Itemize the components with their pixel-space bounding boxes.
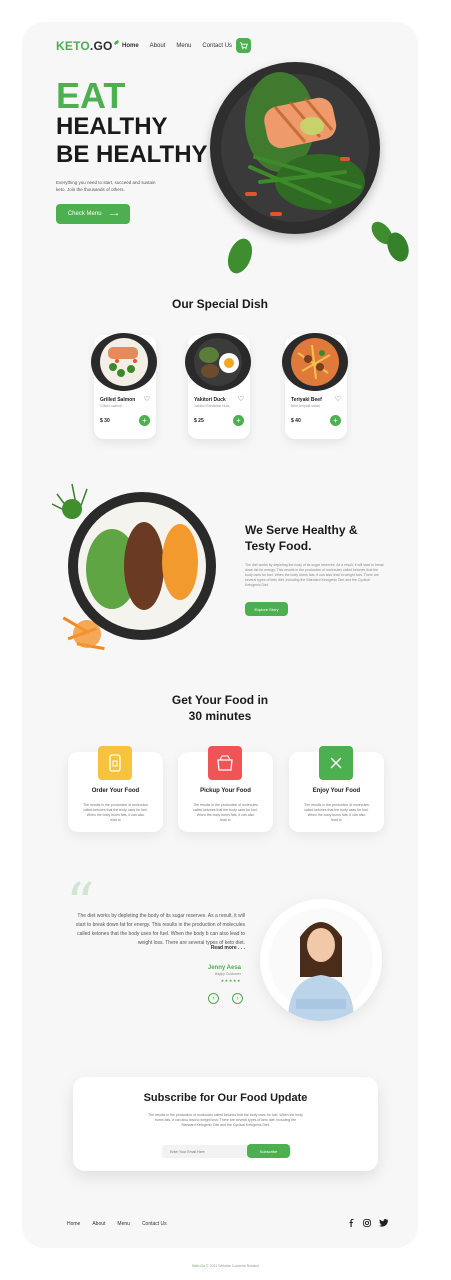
main-nav: Home About Menu Contact Us	[122, 43, 232, 49]
hero-description: Everything you need to start, succeed an…	[56, 180, 156, 192]
step-card-enjoy: Enjoy Your Food The results in the produ…	[289, 746, 384, 832]
rating-stars-icon: ★★★★★	[220, 978, 241, 983]
footer-nav: Home About Menu Contact Us	[67, 1221, 167, 1227]
serve-title: We Serve Healthy & Testy Food.	[245, 523, 358, 553]
beef-rice-bowl-image	[51, 483, 216, 651]
social-links	[347, 1219, 388, 1227]
heart-icon[interactable]: ♡	[238, 395, 244, 403]
check-menu-label: Check Menu	[67, 211, 102, 217]
dish-image	[282, 333, 348, 391]
next-testimonial-button[interactable]: ›	[232, 993, 243, 1004]
dish-subtitle: Beef teriyaki salad	[291, 404, 320, 408]
serve-description: The diet works by depleting the body of …	[245, 563, 384, 587]
add-to-cart-button[interactable]: +	[233, 415, 244, 426]
testimonial-name: Jenny Aesa	[207, 965, 241, 971]
step-title: Order Your Food	[91, 788, 140, 794]
cutlery-icon	[319, 746, 353, 780]
add-to-cart-button[interactable]: +	[330, 415, 341, 426]
logo-tail: .GO	[89, 39, 113, 53]
dish-image	[185, 333, 251, 391]
instagram-icon[interactable]	[363, 1219, 371, 1227]
customer-photo	[260, 899, 382, 1021]
check-menu-button[interactable]: Check Menu ⟶	[56, 204, 130, 224]
dish-price: $ 30	[100, 418, 110, 424]
dish-subtitle: Grilled salmon	[100, 404, 123, 408]
dish-card[interactable]: Grilled Salmon Grilled salmon $ 30 ♡ +	[91, 333, 157, 439]
dish-name: Teriyaki Beef	[291, 397, 322, 403]
nav-menu[interactable]: Menu	[176, 43, 191, 49]
add-to-cart-button[interactable]: +	[139, 415, 150, 426]
dish-name: Grilled Salmon	[100, 397, 136, 403]
hero-be-healthy: BE HEALTHY	[56, 141, 208, 168]
facebook-icon[interactable]	[347, 1219, 355, 1227]
footer-home[interactable]: Home	[67, 1221, 80, 1227]
dish-image	[91, 333, 157, 391]
special-dish-title: Our Special Dish	[171, 297, 269, 311]
heart-icon[interactable]: ♡	[335, 395, 341, 403]
hero-eat: EAT	[56, 75, 126, 116]
copyright-brand[interactable]: Keto.Go	[192, 1264, 205, 1268]
phone-order-icon	[98, 746, 132, 780]
hero-salmon-plate-image	[210, 62, 380, 234]
leaf-decoration-icon	[371, 221, 409, 262]
nav-contact[interactable]: Contact Us	[202, 43, 232, 49]
subscribe-button[interactable]: Subscribe	[247, 1144, 290, 1158]
dish-subtitle: Yakitori Breakfast Nuts	[194, 404, 230, 408]
steps-title-line1: Get Your Food in	[171, 693, 269, 707]
email-input[interactable]	[162, 1145, 257, 1158]
step-title: Pickup Your Food	[200, 788, 251, 794]
logo[interactable]: KETO.GO	[56, 39, 119, 53]
copyright: Keto.Go © 2021 Website Contents Related	[0, 1264, 451, 1268]
testimonial-text: The diet works by depleting the body of …	[75, 913, 245, 946]
dish-price: $ 40	[291, 418, 301, 424]
subscribe-description: The results in the production of molecul…	[148, 1113, 303, 1127]
explore-story-button[interactable]: Explore Story	[245, 602, 288, 616]
dish-price: $ 25	[194, 418, 204, 424]
step-card-order: Order Your Food The results in the produ…	[68, 746, 163, 832]
dish-card[interactable]: Yakitori Duck Yakitori Breakfast Nuts $ …	[185, 333, 251, 439]
step-description: The results in the production of molecul…	[193, 803, 258, 822]
step-description: The results in the production of molecul…	[304, 803, 369, 822]
step-title: Enjoy Your Food	[312, 788, 361, 794]
dish-name: Yakitori Duck	[194, 397, 226, 403]
nav-home[interactable]: Home	[122, 43, 139, 49]
step-card-pickup: Pickup Your Food The results in the prod…	[178, 746, 273, 832]
footer-contact[interactable]: Contact Us	[142, 1221, 167, 1227]
leaf-decoration-icon	[227, 238, 253, 274]
footer-about[interactable]: About	[92, 1221, 105, 1227]
cart-button[interactable]	[236, 38, 251, 53]
footer-menu[interactable]: Menu	[117, 1221, 130, 1227]
step-description: The results in the production of molecul…	[83, 803, 148, 822]
cart-icon	[239, 42, 248, 50]
arrow-right-icon: ⟶	[109, 211, 119, 218]
heart-icon[interactable]: ♡	[144, 395, 150, 403]
logo-leaf-icon	[113, 39, 119, 46]
steps-title-line2: 30 minutes	[188, 709, 252, 723]
subscribe-title: Subscribe for Our Food Update	[143, 1092, 308, 1104]
testimonial-role: Happy Customer	[214, 972, 241, 976]
copyright-text: © 2021 Website Contents Related	[204, 1264, 259, 1268]
page-container: KETO.GO Home About Menu Contact Us EAT H…	[22, 22, 418, 1248]
read-more-link[interactable]: Read more . . .	[182, 945, 245, 951]
subscribe-box: Subscribe for Our Food Update The result…	[73, 1077, 378, 1171]
dish-card[interactable]: Teriyaki Beef Beef teriyaki salad $ 40 ♡…	[282, 333, 348, 439]
logo-main: KETO	[56, 39, 90, 53]
prev-testimonial-button[interactable]: ‹	[208, 993, 219, 1004]
twitter-icon[interactable]	[379, 1219, 388, 1227]
store-pickup-icon	[208, 746, 242, 780]
hero-healthy: HEALTHY	[56, 113, 168, 140]
nav-about[interactable]: About	[150, 43, 166, 49]
